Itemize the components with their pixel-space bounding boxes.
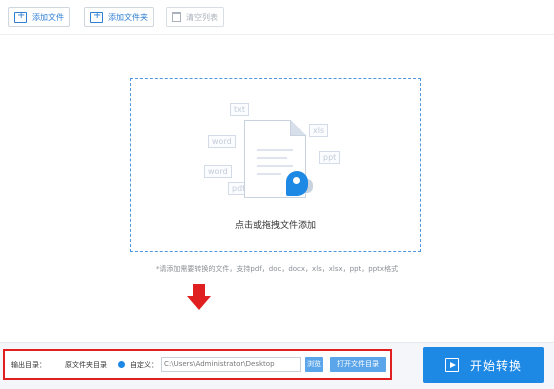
app-logo-icon <box>286 171 308 196</box>
add-folder-label: 添加文件夹 <box>108 12 148 22</box>
file-drop-zone[interactable]: txt word xls ppt word pdf 点击或拖拽文件添加 <box>130 78 421 252</box>
file-type-tag: txt <box>230 103 250 116</box>
file-type-tag: word <box>204 165 232 178</box>
add-folder-button[interactable]: 添加文件夹 <box>84 7 154 27</box>
file-type-tag: ppt <box>319 151 341 164</box>
trash-icon <box>172 12 181 22</box>
output-directory-panel: 输出目录： 原文件夹目录 自定义： C:\Users\Administrator… <box>3 349 392 380</box>
clear-list-label: 清空列表 <box>186 12 218 22</box>
drop-zone-text: 点击或拖拽文件添加 <box>234 221 316 231</box>
original-folder-option[interactable]: 原文件夹目录 <box>65 360 107 370</box>
browse-button[interactable]: 浏览 <box>305 357 323 372</box>
open-folder-button[interactable]: 打开文件目录 <box>330 357 386 372</box>
add-file-icon <box>14 10 27 23</box>
toolbar: 添加文件 添加文件夹 清空列表 <box>0 0 554 35</box>
add-file-button[interactable]: 添加文件 <box>8 7 70 27</box>
custom-option-label[interactable]: 自定义： <box>130 360 158 370</box>
output-directory-label: 输出目录： <box>11 361 46 369</box>
add-folder-icon <box>90 10 103 23</box>
play-icon <box>445 358 459 372</box>
supported-formats-hint: *请添加需要转换的文件，支持pdf，doc，docx，xls，xlsx，ppt，… <box>155 265 399 273</box>
custom-radio[interactable] <box>118 361 125 368</box>
add-file-label: 添加文件 <box>32 12 64 22</box>
start-conversion-label: 开始转换 <box>470 358 523 373</box>
red-arrow-down-icon <box>187 284 211 312</box>
clear-list-button[interactable]: 清空列表 <box>166 7 224 27</box>
file-type-tag: xls <box>309 124 329 137</box>
start-conversion-button[interactable]: 开始转换 <box>423 347 544 383</box>
output-path-input[interactable]: C:\Users\Administrator\Desktop <box>161 357 301 372</box>
file-type-tag: word <box>208 135 236 148</box>
